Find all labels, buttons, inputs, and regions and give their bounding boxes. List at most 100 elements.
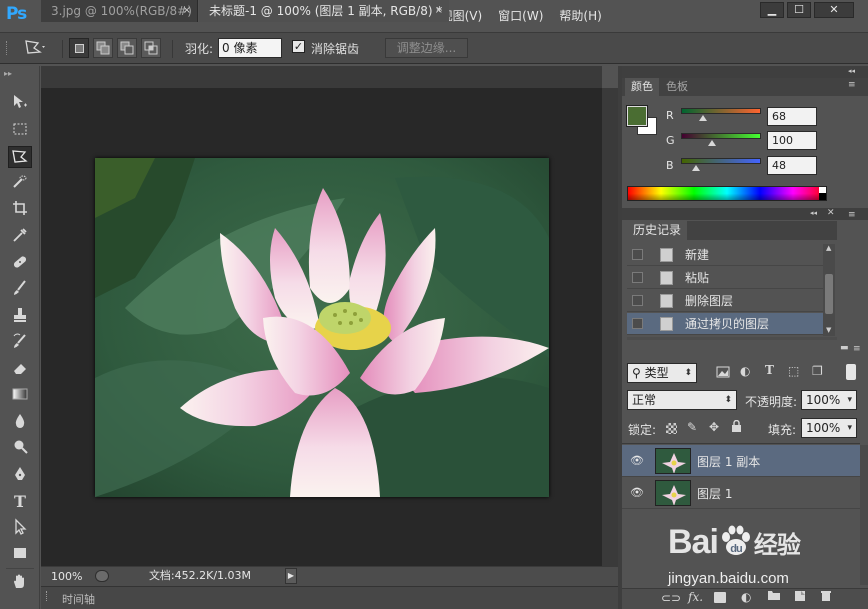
- clone-stamp-tool-icon[interactable]: [8, 306, 32, 328]
- lock-position-icon[interactable]: ✥: [709, 420, 719, 434]
- history-snapshot-checkbox[interactable]: [632, 295, 643, 306]
- tab-color[interactable]: 颜色: [625, 78, 659, 96]
- history-brush-tool-icon[interactable]: [8, 332, 32, 354]
- pen-tool-icon[interactable]: [8, 465, 32, 487]
- close-tab-icon[interactable]: ×: [183, 0, 191, 22]
- blue-label: B: [666, 159, 674, 172]
- green-slider[interactable]: [681, 133, 761, 139]
- green-slider-thumb[interactable]: [708, 140, 717, 146]
- black-swatch[interactable]: [819, 193, 826, 200]
- refine-edge-button[interactable]: 调整边缘...: [385, 38, 468, 58]
- quick-selection-tool-icon[interactable]: [8, 173, 32, 195]
- minimize-button[interactable]: ▁: [760, 2, 784, 18]
- antialias-checkbox[interactable]: ✓: [292, 40, 305, 53]
- lotus-image[interactable]: [95, 158, 549, 497]
- eyedropper-tool-icon[interactable]: [8, 226, 32, 248]
- history-close-icon[interactable]: ✕: [827, 208, 835, 218]
- scroll-down-icon[interactable]: ▼: [826, 326, 831, 334]
- history-item-selected[interactable]: 通过拷贝的图层: [627, 313, 823, 335]
- timeline-grip[interactable]: [46, 591, 56, 601]
- layer-row-copy[interactable]: 👁 图层 1 副本: [622, 445, 860, 477]
- dodge-tool-icon[interactable]: [8, 438, 32, 460]
- document-info[interactable]: 文档:452.2K/1.03M: [115, 568, 285, 584]
- history-item[interactable]: 新建: [627, 244, 823, 266]
- zoom-level[interactable]: 100%: [51, 570, 82, 583]
- blend-mode-select[interactable]: 正常 ⬍: [627, 390, 737, 410]
- layers-panel-collapse-icon[interactable]: ▬: [840, 343, 849, 353]
- healing-brush-tool-icon[interactable]: [8, 253, 32, 275]
- history-item[interactable]: 删除图层: [627, 290, 823, 312]
- menu-window[interactable]: 窗口(W): [490, 0, 551, 32]
- blur-tool-icon[interactable]: [8, 412, 32, 434]
- history-scroll-thumb[interactable]: [825, 274, 833, 314]
- red-slider-thumb[interactable]: [698, 115, 707, 121]
- status-menu-arrow-icon[interactable]: ▶: [285, 568, 297, 584]
- red-slider[interactable]: [681, 108, 761, 114]
- green-value[interactable]: 100: [767, 131, 817, 150]
- options-grip[interactable]: [6, 41, 9, 55]
- hand-tool-icon[interactable]: [8, 572, 32, 594]
- add-to-selection-button[interactable]: [93, 38, 113, 58]
- tab-history[interactable]: 历史记录: [627, 221, 688, 240]
- history-snapshot-checkbox[interactable]: [632, 318, 643, 329]
- filter-smart-object-icon[interactable]: ❐: [812, 364, 823, 378]
- filter-adjustment-icon[interactable]: ◐: [740, 364, 750, 378]
- history-collapse-icon[interactable]: ◂◂: [810, 209, 817, 217]
- visibility-eye-icon[interactable]: 👁: [630, 486, 644, 499]
- layers-scrollbar[interactable]: [860, 445, 868, 585]
- lock-transparent-icon[interactable]: [666, 423, 677, 434]
- collapse-panels-icon[interactable]: ◂◂: [848, 67, 855, 75]
- history-menu-icon[interactable]: ≡: [848, 210, 856, 220]
- layer-row[interactable]: 👁 图层 1: [622, 477, 860, 509]
- foreground-color-swatch[interactable]: [626, 105, 648, 127]
- filter-toggle-switch[interactable]: [846, 364, 856, 380]
- close-tab-icon[interactable]: ×: [435, 0, 443, 22]
- eraser-tool-icon[interactable]: [8, 359, 32, 381]
- filter-pixel-icon[interactable]: [716, 365, 730, 382]
- history-snapshot-checkbox[interactable]: [632, 249, 643, 260]
- tab-3-jpg[interactable]: 3.jpg @ 100%(RGB/8#) ×: [41, 0, 198, 22]
- rectangle-tool-icon[interactable]: [8, 544, 32, 566]
- maximize-button[interactable]: ☐: [787, 2, 811, 18]
- color-panel-menu-icon[interactable]: ≡: [848, 80, 856, 90]
- gradient-tool-icon[interactable]: [8, 385, 32, 407]
- status-preview-icon[interactable]: [95, 570, 109, 582]
- blend-mode-value: 正常: [632, 393, 657, 407]
- brush-tool-icon[interactable]: [8, 279, 32, 301]
- intersect-selection-button[interactable]: [141, 38, 161, 58]
- marquee-tool-icon[interactable]: [8, 120, 32, 142]
- history-snapshot-checkbox[interactable]: [632, 272, 643, 283]
- move-tool-icon[interactable]: [8, 93, 32, 115]
- feather-input[interactable]: 0 像素: [218, 38, 282, 58]
- type-tool-icon[interactable]: T: [8, 491, 32, 513]
- tab-swatches[interactable]: 色板: [660, 78, 694, 96]
- blue-value[interactable]: 48: [767, 156, 817, 175]
- blue-slider-thumb[interactable]: [692, 165, 701, 171]
- tab-untitled-1[interactable]: 未标题-1 @ 100% (图层 1 副本, RGB/8) * ×: [199, 0, 449, 22]
- crop-tool-icon[interactable]: [8, 199, 32, 221]
- layers-panel-menu-icon[interactable]: ≡: [853, 344, 861, 354]
- lock-all-icon[interactable]: [731, 419, 742, 436]
- vertical-scrollbar[interactable]: [602, 88, 618, 566]
- scroll-up-icon[interactable]: ▲: [826, 244, 831, 252]
- timeline-label[interactable]: 时间轴: [62, 591, 95, 607]
- path-selection-tool-icon[interactable]: [8, 518, 32, 540]
- close-button[interactable]: ✕: [814, 2, 854, 18]
- color-spectrum-ramp[interactable]: [627, 186, 827, 201]
- visibility-eye-icon[interactable]: 👁: [630, 454, 644, 467]
- opacity-input[interactable]: 100% ▾: [801, 390, 857, 410]
- subtract-from-selection-button[interactable]: [117, 38, 137, 58]
- filter-shape-icon[interactable]: ⬚: [788, 364, 799, 378]
- new-selection-button[interactable]: [69, 38, 89, 58]
- filter-type-icon[interactable]: T: [765, 363, 774, 377]
- lock-image-brush-icon[interactable]: ✎: [687, 420, 697, 434]
- polygonal-lasso-tool-icon[interactable]: [8, 146, 32, 168]
- polygonal-lasso-preset-icon[interactable]: [22, 37, 48, 62]
- blue-slider[interactable]: [681, 158, 761, 164]
- history-item[interactable]: 粘贴: [627, 267, 823, 289]
- fill-input[interactable]: 100% ▾: [801, 418, 857, 438]
- layer-filter-select[interactable]: ⚲ 类型 ⬍: [627, 363, 697, 383]
- red-value[interactable]: 68: [767, 107, 817, 126]
- toolbox-collapse-icon[interactable]: ▸▸: [4, 69, 12, 78]
- menu-help[interactable]: 帮助(H): [551, 0, 609, 32]
